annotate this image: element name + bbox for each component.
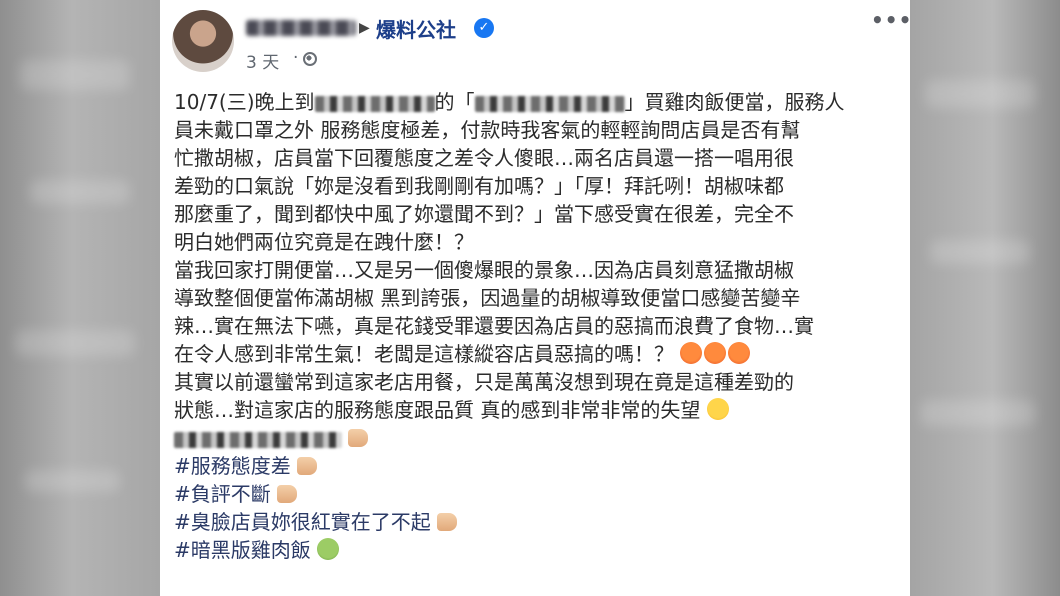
right-arrow-icon: ▶ xyxy=(359,20,370,36)
hashtag[interactable]: #臭臉店員妳很紅實在了不起 xyxy=(174,510,431,534)
hashtag-line: #負評不斷 xyxy=(174,480,904,508)
verified-badge-icon: ✓ xyxy=(474,18,494,38)
hashtag[interactable]: #暗黑版雞肉飯 xyxy=(174,538,311,562)
post-line: 狀態…對這家店的服務態度跟品質 真的感到非常非常的失望 xyxy=(174,396,904,424)
thumbs-down-icon xyxy=(348,429,369,447)
globe-icon xyxy=(303,52,317,66)
angry-face-icon xyxy=(680,342,703,364)
more-options-icon[interactable]: ••• xyxy=(871,8,910,32)
post-line: 差勁的口氣說「妳是沒看到我剛剛有加嗎？」「厚！拜託咧！胡椒味都 xyxy=(174,174,784,198)
angry-face-icon xyxy=(704,342,727,364)
post-line: 忙撒胡椒，店員當下回覆態度之差令人傻眼…兩名店員還一搭一唱用很 xyxy=(174,146,794,170)
post-line: 辣…實在無法下嚥，真是花錢受罪還要因為店員的惡搞而浪費了食物…實 xyxy=(174,314,814,338)
thumbs-down-icon xyxy=(297,457,318,475)
post-line: 當我回家打開便當…又是另一個傻爆眼的景象…因為店員刻意猛撒胡椒 xyxy=(174,258,794,282)
post-body: 10/7(三)晚上到 的「 」買雞肉飯便當，服務人 員未戴口罩之外 服務態度極差，付… xyxy=(174,88,904,564)
post-line: 員未戴口罩之外 服務態度極差，付款時我客氣的輕輕詢問店員是否有幫 xyxy=(174,118,801,142)
thumbs-down-icon xyxy=(437,513,458,531)
hashtag[interactable]: #負評不斷 xyxy=(174,482,271,506)
post-line: 其實以前還蠻常到這家老店用餐，只是萬萬沒想到現在竟是這種差勁的 xyxy=(174,370,794,394)
blurred-background-right xyxy=(910,0,1060,596)
post-line: 那麼重了，聞到都快中風了妳還聞不到？」當下感受實在很差，完全不 xyxy=(174,202,794,226)
time-separator: · xyxy=(293,48,299,68)
post-line: 在令人感到非常生氣！老闆是這樣縱容店員惡搞的嗎！？ xyxy=(174,340,904,368)
hashtag-line: #服務態度差 xyxy=(174,452,904,480)
post-line: 10/7(三)晚上到 的「 」買雞肉飯便當，服務人 xyxy=(174,90,845,114)
post-line xyxy=(174,424,904,452)
blurred-background-left xyxy=(0,0,160,596)
redacted-store-name xyxy=(474,95,625,112)
weary-face-icon xyxy=(706,398,729,420)
post-time[interactable]: 3 天 xyxy=(246,48,279,73)
hashtag-line: #暗黑版雞肉飯 xyxy=(174,536,904,564)
hashtag[interactable]: #服務態度差 xyxy=(174,454,291,478)
redacted-hashtag xyxy=(174,431,342,448)
hashtag-line: #臭臉店員妳很紅實在了不起 xyxy=(174,508,904,536)
post-card: ▶ 爆料公社 ✓ 3 天 · ••• 10/7(三)晚上到 的「 」買雞肉飯便當，服… xyxy=(160,0,910,596)
thumbs-down-icon xyxy=(277,485,298,503)
author-name-blurred[interactable] xyxy=(246,20,356,36)
avatar[interactable] xyxy=(172,10,234,72)
group-name[interactable]: 爆料公社 xyxy=(376,14,456,43)
angry-face-icon xyxy=(728,342,751,364)
nauseated-face-icon xyxy=(317,538,340,560)
post-line: 明白她們兩位究竟是在跩什麼！？ xyxy=(174,230,474,254)
redacted-store-location xyxy=(314,95,435,112)
post-line: 導致整個便當佈滿胡椒 黑到誇張，因過量的胡椒導致便當口感變苦變辛 xyxy=(174,286,801,310)
